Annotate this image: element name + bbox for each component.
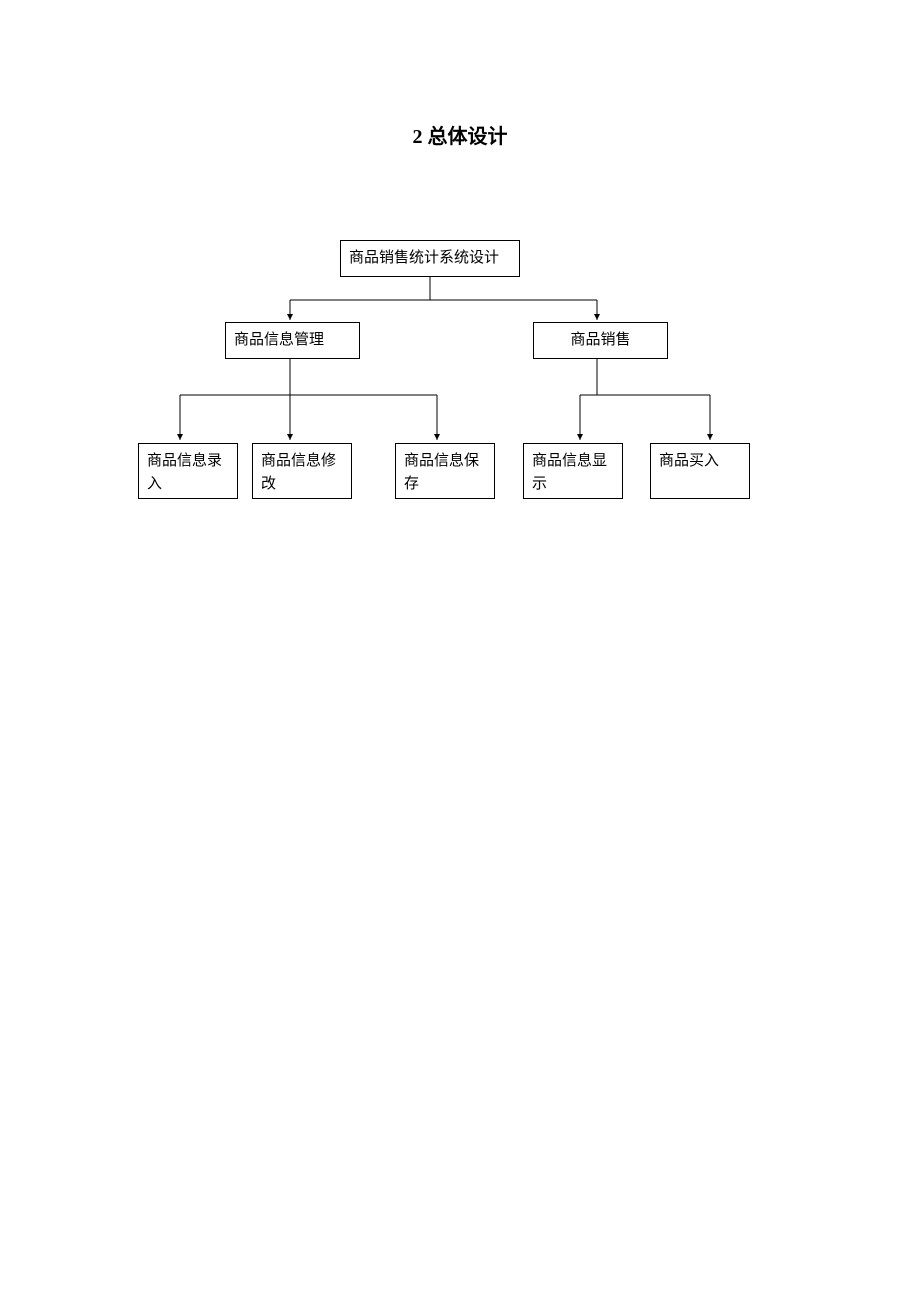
node-modify: 商品信息修改	[252, 443, 352, 499]
node-info-mgmt: 商品信息管理	[225, 322, 360, 359]
node-display: 商品信息显示	[523, 443, 623, 499]
connector-lines	[0, 0, 920, 1302]
node-buy: 商品买入	[650, 443, 750, 499]
page-title: 2 总体设计	[0, 120, 920, 149]
node-sales: 商品销售	[533, 322, 668, 359]
node-root: 商品销售统计系统设计	[340, 240, 520, 277]
node-entry: 商品信息录入	[138, 443, 238, 499]
node-save: 商品信息保存	[395, 443, 495, 499]
